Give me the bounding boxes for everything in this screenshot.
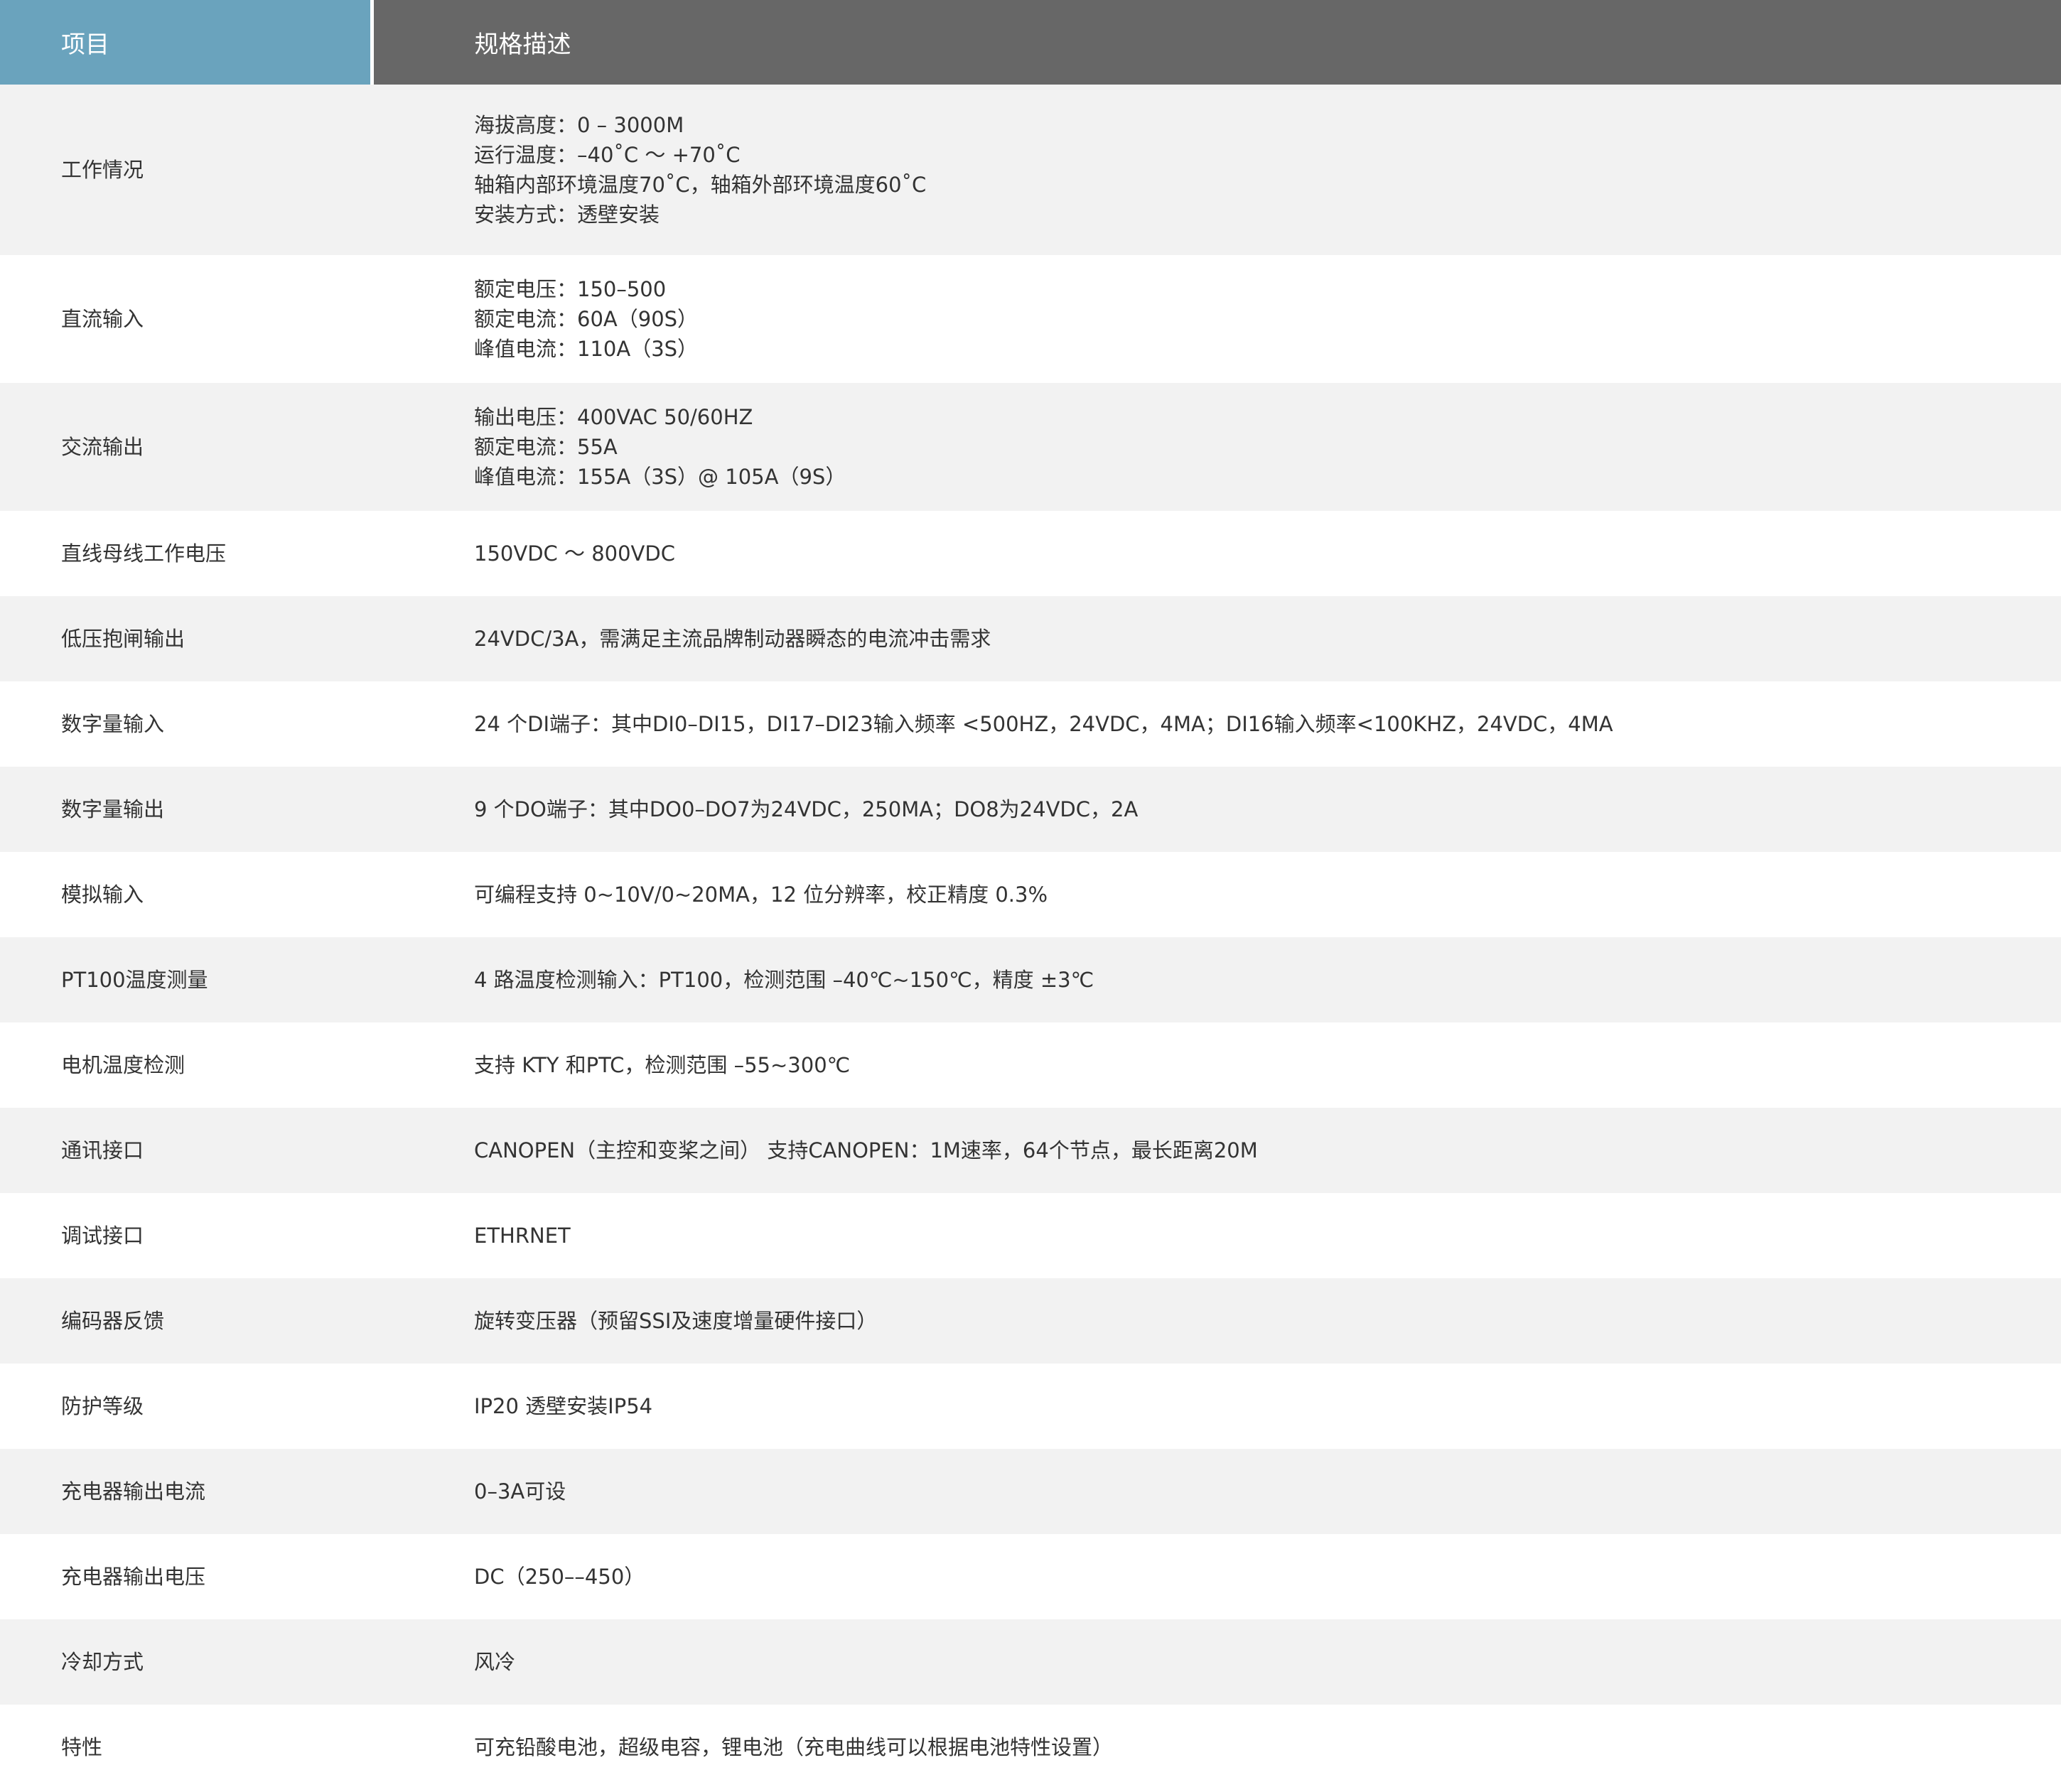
- description-line: 风冷: [474, 1650, 516, 1674]
- description-line: 旋转变压器（预留SSI及速度增量硬件接口）: [474, 1309, 878, 1333]
- row-item: 直线母线工作电压: [0, 511, 372, 596]
- table-row: 调试接口 ETHRNET: [0, 1193, 2061, 1278]
- row-description: 输出电压：400VAC 50/60HZ 额定电流：55A 峰值电流：155A（3S）…: [372, 383, 2061, 511]
- description-line: 额定电流：55A: [474, 435, 618, 459]
- row-item: 数字量输入: [0, 681, 372, 767]
- row-description: 风冷: [372, 1619, 2061, 1705]
- row-description: 24 个DI端子：其中DI0–DI15，DI17–DI23输入频率 <500HZ…: [372, 681, 2061, 767]
- description-line: CANOPEN（主控和变桨之间） 支持CANOPEN：1M速率，64个节点，最长…: [474, 1138, 1258, 1162]
- description-line: 可充铅酸电池，超级电容，锂电池（充电曲线可以根据电池特性设置）: [474, 1735, 1114, 1759]
- row-description: CANOPEN（主控和变桨之间） 支持CANOPEN：1M速率，64个节点，最长…: [372, 1108, 2061, 1193]
- description-line: 0–3A可设: [474, 1479, 566, 1504]
- table-row: 交流输出 输出电压：400VAC 50/60HZ 额定电流：55A 峰值电流：155A…: [0, 383, 2061, 511]
- row-item: 直流输入: [0, 255, 372, 383]
- row-description: IP20 透壁安装IP54: [372, 1364, 2061, 1449]
- row-description: 4 路温度检测输入：PT100，检测范围 –40℃~150℃，精度 ±3℃: [372, 937, 2061, 1022]
- row-description: ETHRNET: [372, 1193, 2061, 1278]
- description-line: 峰值电流：110A（3S）: [474, 337, 699, 361]
- description-line: 输出电压：400VAC 50/60HZ: [474, 405, 753, 429]
- header-item: 项目: [0, 0, 374, 85]
- row-description: 可充铅酸电池，超级电容，锂电池（充电曲线可以根据电池特性设置）: [372, 1705, 2061, 1790]
- description-line: 峰值电流：155A（3S）@ 105A（9S）: [474, 465, 846, 489]
- row-description: 可编程支持 0~10V/0~20MA，12 位分辨率，校正精度 0.3%: [372, 852, 2061, 937]
- row-item: 编码器反馈: [0, 1278, 372, 1364]
- description-line: IP20 透壁安装IP54: [474, 1394, 653, 1418]
- row-description: DC（250––450）: [372, 1534, 2061, 1619]
- row-item: 冷却方式: [0, 1619, 372, 1705]
- description-line: 24 个DI端子：其中DI0–DI15，DI17–DI23输入频率 <500HZ…: [474, 712, 1613, 736]
- row-description: 支持 KTY 和PTC，检测范围 –55~300℃: [372, 1022, 2061, 1108]
- row-description: 海拔高度：0 – 3000M 运行温度：–40˚C ～ +70˚C 轴箱内部环境温度…: [372, 85, 2061, 255]
- header-description: 规格描述: [372, 0, 2061, 85]
- description-line: 额定电压：150–500: [474, 277, 667, 301]
- spec-table-body: 工作情况 海拔高度：0 – 3000M 运行温度：–40˚C ～ +70˚C 轴箱内部…: [0, 85, 2061, 1790]
- row-description: 额定电压：150–500 额定电流：60A（90S） 峰值电流：110A（3S）: [372, 255, 2061, 383]
- row-item: 充电器输出电压: [0, 1534, 372, 1619]
- table-row: PT100温度测量 4 路温度检测输入：PT100，检测范围 –40℃~150℃，…: [0, 937, 2061, 1022]
- description-line: 9 个DO端子：其中DO0–DO7为24VDC，250MA；DO8为24VDC，…: [474, 797, 1139, 821]
- table-row: 冷却方式 风冷: [0, 1619, 2061, 1705]
- table-row: 数字量输出 9 个DO端子：其中DO0–DO7为24VDC，250MA；DO8为2…: [0, 767, 2061, 852]
- description-line: 额定电流：60A（90S）: [474, 307, 699, 331]
- description-line: 支持 KTY 和PTC，检测范围 –55~300℃: [474, 1053, 851, 1077]
- table-row: 模拟输入 可编程支持 0~10V/0~20MA，12 位分辨率，校正精度 0.3%: [0, 852, 2061, 937]
- row-description: 9 个DO端子：其中DO0–DO7为24VDC，250MA；DO8为24VDC，…: [372, 767, 2061, 852]
- table-row: 直流输入 额定电压：150–500 额定电流：60A（90S） 峰值电流：110A（3…: [0, 255, 2061, 383]
- header-row: 项目 规格描述: [0, 0, 2061, 85]
- table-row: 直线母线工作电压 150VDC ～ 800VDC: [0, 511, 2061, 596]
- description-line: 轴箱内部环境温度70˚C，轴箱外部环境温度60˚C: [474, 173, 927, 197]
- description-line: 运行温度：–40˚C ～ +70˚C: [474, 143, 741, 167]
- table-row: 防护等级 IP20 透壁安装IP54: [0, 1364, 2061, 1449]
- row-item: 通讯接口: [0, 1108, 372, 1193]
- table-row: 低压抱闸输出 24VDC/3A，需满足主流品牌制动器瞬态的电流冲击需求: [0, 596, 2061, 681]
- table-row: 充电器输出电压 DC（250––450）: [0, 1534, 2061, 1619]
- description-line: 24VDC/3A，需满足主流品牌制动器瞬态的电流冲击需求: [474, 627, 991, 651]
- table-row: 数字量输入 24 个DI端子：其中DI0–DI15，DI17–DI23输入频率 <…: [0, 681, 2061, 767]
- row-description: 150VDC ～ 800VDC: [372, 511, 2061, 596]
- table-row: 电机温度检测 支持 KTY 和PTC，检测范围 –55~300℃: [0, 1022, 2061, 1108]
- row-item: 调试接口: [0, 1193, 372, 1278]
- row-item: 防护等级: [0, 1364, 372, 1449]
- table-row: 编码器反馈 旋转变压器（预留SSI及速度增量硬件接口）: [0, 1278, 2061, 1364]
- description-line: ETHRNET: [474, 1224, 571, 1248]
- spec-table-header: 项目 规格描述: [0, 0, 2061, 85]
- row-item: 交流输出: [0, 383, 372, 511]
- row-item: 数字量输出: [0, 767, 372, 852]
- row-item: 充电器输出电流: [0, 1449, 372, 1534]
- table-row: 特性 可充铅酸电池，超级电容，锂电池（充电曲线可以根据电池特性设置）: [0, 1705, 2061, 1790]
- description-line: 可编程支持 0~10V/0~20MA，12 位分辨率，校正精度 0.3%: [474, 882, 1048, 907]
- table-row: 通讯接口 CANOPEN（主控和变桨之间） 支持CANOPEN：1M速率，64个节…: [0, 1108, 2061, 1193]
- row-description: 24VDC/3A，需满足主流品牌制动器瞬态的电流冲击需求: [372, 596, 2061, 681]
- description-line: 150VDC ～ 800VDC: [474, 541, 675, 566]
- row-item: 低压抱闸输出: [0, 596, 372, 681]
- spec-table: 项目 规格描述 工作情况 海拔高度：0 – 3000M 运行温度：–40˚C ～ +…: [0, 0, 2061, 1790]
- description-line: 4 路温度检测输入：PT100，检测范围 –40℃~150℃，精度 ±3℃: [474, 968, 1094, 992]
- row-item: 模拟输入: [0, 852, 372, 937]
- row-item: 电机温度检测: [0, 1022, 372, 1108]
- description-line: 安装方式：透壁安装: [474, 203, 660, 227]
- table-row: 充电器输出电流 0–3A可设: [0, 1449, 2061, 1534]
- description-line: 海拔高度：0 – 3000M: [474, 113, 684, 137]
- row-description: 0–3A可设: [372, 1449, 2061, 1534]
- row-item: PT100温度测量: [0, 937, 372, 1022]
- table-row: 工作情况 海拔高度：0 – 3000M 运行温度：–40˚C ～ +70˚C 轴箱内部…: [0, 85, 2061, 255]
- row-item: 特性: [0, 1705, 372, 1790]
- description-line: DC（250––450）: [474, 1565, 645, 1589]
- row-item: 工作情况: [0, 85, 372, 255]
- row-description: 旋转变压器（预留SSI及速度增量硬件接口）: [372, 1278, 2061, 1364]
